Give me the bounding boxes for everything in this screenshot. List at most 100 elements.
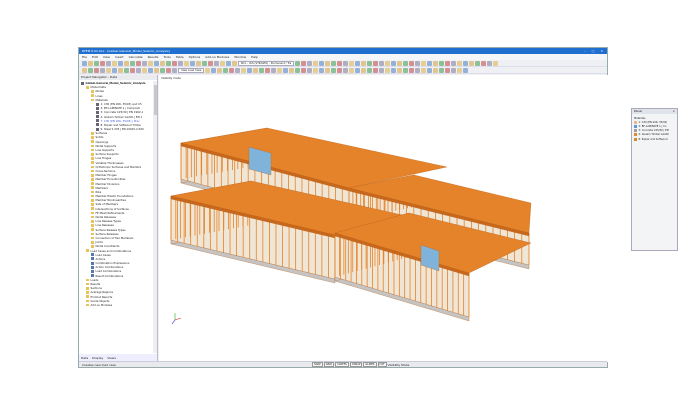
toolbar-icon[interactable] <box>196 60 201 66</box>
toolbar-icon[interactable] <box>289 67 295 73</box>
toolbar-icon[interactable] <box>226 60 231 66</box>
toolbar-icon[interactable] <box>397 67 403 73</box>
menu-item[interactable]: Window <box>234 55 246 59</box>
toolbar-icon[interactable] <box>355 67 361 73</box>
toolbar-icon[interactable] <box>214 60 219 66</box>
close-icon[interactable]: ✕ <box>600 49 603 53</box>
toolbar-icon[interactable] <box>178 60 183 66</box>
toolbar-icon[interactable] <box>361 60 367 66</box>
toolbar-icon[interactable] <box>166 60 171 66</box>
toolbar-icon[interactable] <box>415 60 421 66</box>
toolbar-icon[interactable] <box>319 60 325 66</box>
toolbar-icon[interactable] <box>445 60 451 66</box>
toolbar-icon[interactable] <box>343 67 349 73</box>
toolbar-icon[interactable] <box>142 60 147 66</box>
toolbar-icon[interactable] <box>265 67 271 73</box>
toolbar-icon[interactable] <box>439 60 445 66</box>
toolbar-icon[interactable] <box>433 60 439 66</box>
toolbar-icon[interactable] <box>259 67 265 73</box>
menu-item[interactable]: Table <box>176 55 184 59</box>
toolbar-icon[interactable] <box>421 60 427 66</box>
toolbar-icon[interactable] <box>451 60 457 66</box>
toolbar-icon[interactable] <box>229 67 235 73</box>
menu-item[interactable]: Results <box>148 55 159 59</box>
toolbar-icon[interactable] <box>355 60 361 66</box>
toolbar-icon[interactable] <box>106 67 111 73</box>
menu-item[interactable]: Tools <box>163 55 170 59</box>
toolbar-icon[interactable] <box>166 67 171 73</box>
menu-item[interactable]: Edit <box>92 55 98 59</box>
toolbar-icon[interactable] <box>343 60 349 66</box>
toolbar-icon[interactable] <box>205 67 211 73</box>
toolbar-icon[interactable] <box>403 60 409 66</box>
toolbar-icon[interactable] <box>295 60 301 66</box>
toolbar-icon[interactable] <box>319 67 325 73</box>
toolbar-icon[interactable] <box>439 67 445 73</box>
view-load-case-button[interactable]: View Load Case <box>178 67 205 73</box>
toolbar-icon[interactable] <box>481 60 487 66</box>
toolbar-icon[interactable] <box>184 60 189 66</box>
tab-display[interactable]: Display <box>92 356 103 360</box>
menu-item[interactable]: Calculate <box>129 55 143 59</box>
toolbar-icon[interactable] <box>379 67 385 73</box>
toolbar-icon[interactable] <box>373 60 379 66</box>
tab-data[interactable]: Data <box>81 356 88 360</box>
toolbar-icon[interactable] <box>88 60 93 66</box>
toolbar-icon[interactable] <box>337 67 343 73</box>
toolbar-icon[interactable] <box>154 67 159 73</box>
toolbar-icon[interactable] <box>124 60 129 66</box>
toolbar-icon[interactable] <box>367 67 373 73</box>
toolbar-icon[interactable] <box>463 60 469 66</box>
toolbar-icon[interactable] <box>217 67 223 73</box>
toolbar-icon[interactable] <box>283 67 289 73</box>
toolbar-icon[interactable] <box>160 67 165 73</box>
toolbar-icon[interactable] <box>100 60 105 66</box>
toolbar-icon[interactable] <box>391 67 397 73</box>
status-toggle-dxf[interactable]: DXF <box>377 362 387 367</box>
toolbar-icon[interactable] <box>325 67 331 73</box>
toolbar-icon[interactable] <box>136 67 141 73</box>
toolbar-icon[interactable] <box>247 67 253 73</box>
menu-item[interactable]: Options <box>189 55 201 59</box>
toolbar-icon[interactable] <box>100 67 105 73</box>
toolbar-icon[interactable] <box>361 67 367 73</box>
panel-close-icon[interactable]: × <box>672 109 677 114</box>
toolbar-icon[interactable] <box>220 60 225 66</box>
toolbar-icon[interactable] <box>223 67 229 73</box>
toolbar-icon[interactable] <box>94 67 99 73</box>
toolbar-icon[interactable] <box>313 60 319 66</box>
toolbar-icon[interactable] <box>94 60 99 66</box>
toolbar-icon[interactable] <box>172 60 177 66</box>
toolbar-icon[interactable] <box>421 67 427 73</box>
toolbar-icon[interactable] <box>142 67 147 73</box>
toolbar-icon[interactable] <box>112 67 117 73</box>
toolbar-icon[interactable] <box>307 67 313 73</box>
toolbar-icon[interactable] <box>124 67 129 73</box>
menu-item[interactable]: Help <box>251 55 258 59</box>
toolbar-icon[interactable] <box>349 67 355 73</box>
toolbar-icon[interactable] <box>457 67 463 73</box>
toolbar-icon[interactable] <box>277 67 283 73</box>
menu-item[interactable]: File <box>82 55 87 59</box>
toolbar-icon[interactable] <box>118 67 123 73</box>
toolbar-icon[interactable] <box>172 67 177 73</box>
toolbar-icon[interactable] <box>82 67 87 73</box>
toolbar-icon[interactable] <box>373 67 379 73</box>
toolbar-icon[interactable] <box>208 60 213 66</box>
toolbar-icon[interactable] <box>463 67 469 73</box>
toolbar-icon[interactable] <box>130 67 135 73</box>
toolbar-icon[interactable] <box>427 60 433 66</box>
toolbar-icon[interactable] <box>160 60 165 66</box>
toolbar-icon[interactable] <box>154 60 159 66</box>
toolbar-icon[interactable] <box>301 67 307 73</box>
toolbar-icon[interactable] <box>415 67 421 73</box>
status-toggle-cartes[interactable]: CARTES <box>335 362 349 367</box>
minimize-icon[interactable]: – <box>584 49 586 53</box>
toolbar-icon[interactable] <box>349 60 355 66</box>
toolbar-icon[interactable] <box>235 67 241 73</box>
toolbar-icon[interactable] <box>271 67 277 73</box>
toolbar-icon[interactable] <box>391 60 397 66</box>
toolbar-icon[interactable] <box>331 60 337 66</box>
toolbar-icon[interactable] <box>409 60 415 66</box>
toolbar-icon[interactable] <box>106 60 111 66</box>
